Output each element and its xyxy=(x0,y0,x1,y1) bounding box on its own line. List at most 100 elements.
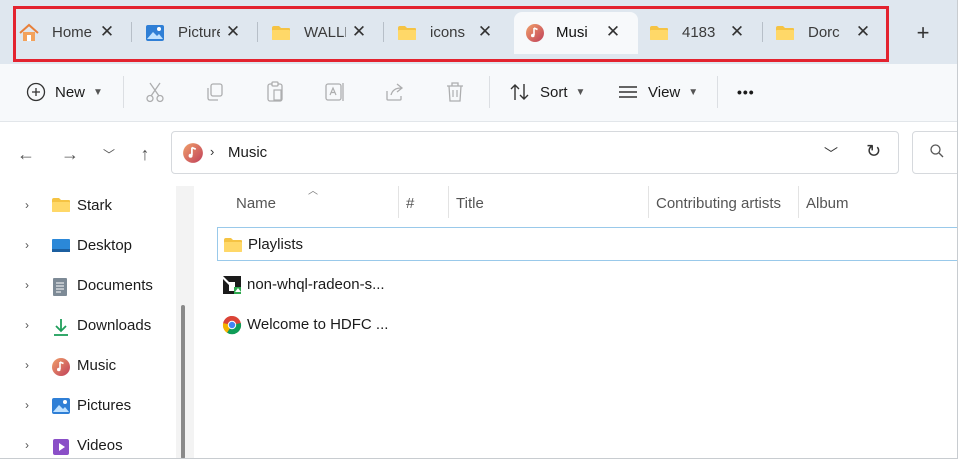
refresh-icon[interactable]: ↻ xyxy=(866,141,881,162)
share-button[interactable] xyxy=(383,74,407,110)
arrow-left-icon: ← xyxy=(17,143,35,164)
column-header-album[interactable]: Album xyxy=(806,195,849,215)
column-header-contributing-artists[interactable]: Contributing artists xyxy=(656,195,781,215)
breadcrumb-music[interactable]: Music xyxy=(228,144,267,161)
view-button-label: View xyxy=(648,83,681,101)
toolbar-divider xyxy=(123,76,124,108)
tab-icons[interactable]: icons ✕ xyxy=(388,12,506,54)
more-icon: ••• xyxy=(737,84,755,100)
cut-button[interactable] xyxy=(143,74,167,110)
tab-divider xyxy=(383,22,384,42)
tab-dorc[interactable]: Dorc ✕ xyxy=(766,12,884,54)
tab-4183[interactable]: 4183 ✕ xyxy=(640,12,758,54)
list-item[interactable]: Welcome to HDFC ... xyxy=(217,308,958,342)
copy-button[interactable] xyxy=(203,74,227,110)
delete-button[interactable] xyxy=(443,74,467,110)
close-icon[interactable]: ✕ xyxy=(476,23,494,41)
new-button[interactable]: New ▼ xyxy=(24,74,103,110)
tab-pictures[interactable]: Pictures ✕ xyxy=(136,12,254,54)
new-tab-button[interactable]: + xyxy=(912,22,934,44)
close-icon[interactable]: ✕ xyxy=(98,23,116,41)
sort-button-label: Sort xyxy=(540,83,568,101)
forward-button[interactable]: → xyxy=(58,142,82,166)
chevron-down-icon: ▼ xyxy=(688,86,699,98)
column-divider[interactable] xyxy=(798,186,799,218)
tab-label: Home xyxy=(52,24,93,41)
file-name: Playlists xyxy=(248,236,304,253)
column-divider[interactable] xyxy=(448,186,449,218)
trash-icon xyxy=(443,80,467,104)
sidebar-scrollbar-thumb[interactable] xyxy=(181,305,185,459)
clipboard-icon xyxy=(263,80,287,104)
folder-icon xyxy=(270,23,292,43)
sidebar-scrollbar[interactable] xyxy=(176,186,194,459)
column-header-title[interactable]: Title xyxy=(456,195,484,215)
paste-button[interactable] xyxy=(263,74,287,110)
downloads-icon xyxy=(51,317,71,336)
tab-label: WALLPAPERS xyxy=(304,24,346,41)
address-bar[interactable]: › Music ﹀ ↻ xyxy=(171,131,899,174)
tab-music[interactable]: Music ✕ xyxy=(514,12,638,54)
sidebar-item-documents[interactable]: › Documents xyxy=(0,271,176,301)
toolbar-divider xyxy=(489,76,490,108)
rename-button[interactable] xyxy=(323,74,347,110)
share-icon xyxy=(383,80,407,104)
file-name: non-whql-radeon-s... xyxy=(247,276,385,293)
chevron-right-icon[interactable]: › xyxy=(25,238,29,252)
sidebar-item-stark[interactable]: › Stark xyxy=(0,191,176,221)
videos-icon xyxy=(51,437,71,455)
list-item[interactable]: non-whql-radeon-s... xyxy=(217,268,958,302)
tab-label: Dorc xyxy=(808,24,840,41)
view-lines-icon xyxy=(616,80,640,104)
folder-icon xyxy=(774,23,796,43)
chevron-right-icon[interactable]: › xyxy=(25,358,29,372)
sidebar-item-pictures[interactable]: › Pictures xyxy=(0,391,176,421)
chevron-down-icon[interactable]: ﹀ xyxy=(824,144,838,164)
tab-label: icons xyxy=(430,24,466,41)
view-button[interactable]: View ▼ xyxy=(616,74,698,110)
close-icon[interactable]: ✕ xyxy=(350,23,368,41)
sort-button[interactable]: Sort ▼ xyxy=(508,74,585,110)
breadcrumb-chevron-icon[interactable]: › xyxy=(210,144,214,159)
sidebar-item-desktop[interactable]: › Desktop xyxy=(0,231,176,261)
chevron-right-icon[interactable]: › xyxy=(25,278,29,292)
pictures-icon xyxy=(51,397,71,415)
close-icon[interactable]: ✕ xyxy=(224,23,242,41)
music-icon xyxy=(524,23,546,43)
back-button[interactable]: ← xyxy=(14,142,38,166)
toolbar-divider xyxy=(717,76,718,108)
sidebar-item-label: Stark xyxy=(77,197,113,214)
sort-ascending-icon: ︿ xyxy=(308,186,318,197)
up-button[interactable]: ↑ xyxy=(133,142,157,166)
copy-icon xyxy=(203,80,227,104)
column-header-number[interactable]: # xyxy=(406,195,414,215)
tab-wallpapers[interactable]: WALLPAPERS ✕ xyxy=(262,12,380,54)
chevron-right-icon[interactable]: › xyxy=(25,198,29,212)
music-icon xyxy=(51,357,71,376)
command-bar: New ▼ Sort ▼ View ▼ ••• xyxy=(0,64,958,122)
chevron-right-icon[interactable]: › xyxy=(25,398,29,412)
close-icon[interactable]: ✕ xyxy=(728,23,746,41)
sidebar-item-music[interactable]: › Music xyxy=(0,351,176,381)
recent-locations-button[interactable]: ﹀ xyxy=(97,142,121,166)
column-header-name[interactable]: Name xyxy=(236,195,276,215)
column-divider[interactable] xyxy=(648,186,649,218)
chevron-down-icon: ▼ xyxy=(575,86,586,98)
sidebar-item-downloads[interactable]: › Downloads xyxy=(0,311,176,341)
sidebar-item-videos[interactable]: › Videos xyxy=(0,431,176,459)
new-button-label: New xyxy=(55,83,86,101)
list-item[interactable]: Playlists xyxy=(217,227,958,261)
search-icon xyxy=(929,143,945,162)
chevron-right-icon[interactable]: › xyxy=(25,438,29,452)
tab-strip: Home ✕ Pictures ✕ WALLPAPERS ✕ icons ✕ M… xyxy=(0,0,958,64)
sidebar-item-label: Documents xyxy=(77,277,153,294)
tab-home[interactable]: Home ✕ xyxy=(10,12,128,54)
close-icon[interactable]: ✕ xyxy=(854,23,872,41)
close-icon[interactable]: ✕ xyxy=(604,23,622,41)
more-options-button[interactable]: ••• xyxy=(737,74,755,110)
column-divider[interactable] xyxy=(398,186,399,218)
tab-divider xyxy=(131,22,132,42)
arrow-right-icon: → xyxy=(61,143,79,164)
search-input[interactable] xyxy=(912,131,958,174)
chevron-right-icon[interactable]: › xyxy=(25,318,29,332)
